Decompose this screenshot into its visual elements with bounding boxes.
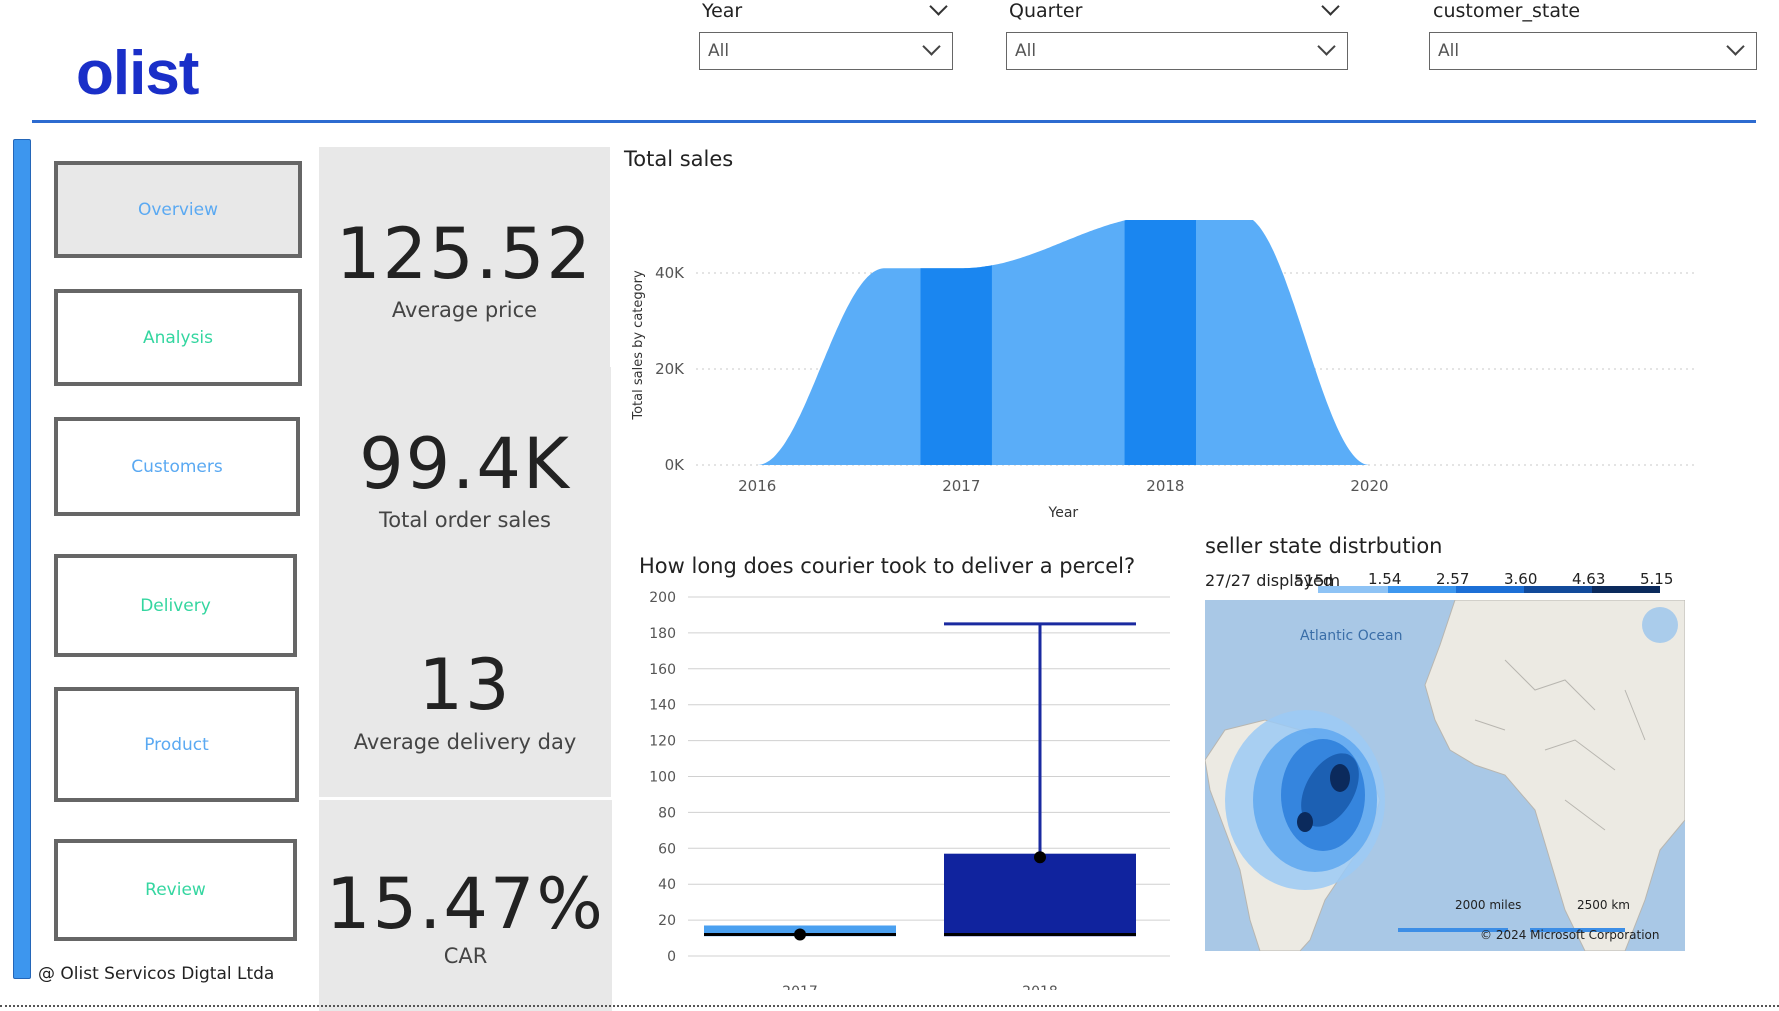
chevron-down-icon — [1317, 37, 1336, 56]
y-tick-label: 0 — [667, 949, 676, 965]
density-hotspot-1 — [1330, 764, 1350, 792]
y-tick-label: 120 — [649, 734, 676, 750]
kpi-car-label: CAR — [443, 944, 488, 968]
nav-product-button[interactable]: Product — [54, 687, 299, 802]
kpi-average-price-label: Average price — [391, 298, 538, 322]
scale-label-miles: 2000 miles — [1455, 898, 1522, 912]
nav-product-label: Product — [144, 734, 209, 755]
legend-value: 2.57 — [1436, 570, 1470, 588]
atlantic-ocean-label: Atlantic Ocean — [1300, 628, 1403, 644]
kpi-average-price-card: 125.52 Average price — [319, 147, 610, 367]
kpi-car-card: 15.47% CAR — [319, 800, 612, 1011]
footer-copyright: @ Olist Servicos Digtal Ltda — [38, 964, 275, 984]
nav-overview-button[interactable]: Overview — [54, 161, 302, 258]
year-dropdown[interactable]: All — [699, 32, 953, 70]
box-body — [944, 853, 1136, 937]
nav-overview-label: Overview — [137, 199, 219, 220]
total-sales-chart: 0K 20K 40K 2016 2017 2018 2020 Year Total sales … — [631, 220, 1696, 520]
y-tick-label: 100 — [649, 770, 676, 786]
chevron-down-icon — [1726, 37, 1745, 56]
sales-area — [757, 220, 1370, 465]
kpi-average-price-value: 125.52 — [336, 213, 593, 295]
density-dot-egypt — [1642, 607, 1678, 643]
y-tick-label: 60 — [658, 841, 676, 857]
y-tick-label: 80 — [658, 805, 676, 821]
total-sales-title: Total sales — [624, 147, 734, 171]
header-divider — [32, 120, 1756, 123]
y-tick-label: 40K — [655, 264, 685, 282]
x-tick-label: 2017 — [782, 984, 818, 990]
map-title: seller state distrbution — [1205, 534, 1443, 558]
kpi-total-sales-label: Total order sales — [379, 508, 551, 532]
legend-value: 4.63 — [1572, 570, 1606, 588]
nav-review-label: Review — [145, 880, 206, 900]
delivery-chart-title: How long does courier took to deliver a … — [639, 554, 1136, 578]
y-tick-label: 0K — [665, 456, 686, 474]
slicer-quarter-label: Quarter — [1009, 0, 1083, 22]
legend-value: 3.60 — [1504, 570, 1538, 588]
legend-value: 1.54 — [1368, 570, 1402, 588]
kpi-total-sales-card: 99.4K Total order sales 13 Average deliv… — [319, 367, 611, 797]
x-tick-label: 2017 — [942, 477, 980, 495]
seller-map[interactable]: Atlantic Ocean 2000 miles 2500 km © 2024… — [1205, 600, 1685, 951]
nav-customers-button[interactable]: Customers — [54, 417, 300, 516]
y-tick-label: 20K — [655, 360, 685, 378]
customer-state-dropdown-value: All — [1438, 41, 1460, 61]
x-tick-label: 2018 — [1146, 477, 1184, 495]
y-tick-label: 140 — [649, 698, 676, 714]
left-accent-bar — [13, 139, 31, 979]
sales-highlight-band — [1124, 220, 1196, 465]
chevron-down-icon — [922, 37, 941, 56]
chevron-down-icon[interactable] — [1321, 0, 1340, 16]
legend-value: 5.15 — [1640, 570, 1674, 588]
map-legend: 1.54 2.57 3.60 4.63 5.15 — [1318, 570, 1684, 596]
kpi-car-value: 15.47% — [326, 863, 605, 945]
box-mean-point — [794, 928, 806, 941]
density-hotspot-2 — [1297, 812, 1313, 832]
y-axis-title: Total sales by category — [631, 270, 646, 421]
olist-logo: olist — [76, 39, 199, 108]
chevron-down-icon[interactable] — [929, 0, 948, 16]
x-tick-label: 2016 — [738, 477, 776, 495]
y-tick-label: 200 — [649, 590, 676, 606]
year-dropdown-value: All — [708, 41, 730, 61]
bottom-dotted-border — [0, 1005, 1779, 1007]
nav-analysis-button[interactable]: Analysis — [54, 289, 302, 386]
x-axis-title: Year — [1048, 505, 1079, 520]
nav-delivery-label: Delivery — [140, 595, 211, 616]
map-copyright: © 2024 Microsoft Corporation — [1480, 928, 1660, 942]
scale-label-km: 2500 km — [1577, 898, 1630, 912]
y-tick-label: 40 — [658, 877, 676, 893]
y-tick-label: 160 — [649, 662, 676, 678]
customer-state-dropdown[interactable]: All — [1429, 32, 1757, 70]
kpi-total-sales-value: 99.4K — [359, 423, 571, 505]
x-tick-label: 2020 — [1350, 477, 1388, 495]
y-tick-label: 20 — [658, 913, 676, 929]
slicer-year-label: Year — [702, 0, 743, 22]
x-tick-label: 2018 — [1022, 984, 1058, 990]
nav-review-button[interactable]: Review — [54, 839, 297, 941]
kpi-avg-delivery-value: 13 — [418, 644, 512, 726]
y-tick-label: 180 — [649, 626, 676, 642]
quarter-dropdown[interactable]: All — [1006, 32, 1348, 70]
nav-delivery-button[interactable]: Delivery — [54, 554, 297, 657]
nav-customers-label: Customers — [131, 456, 223, 477]
slicer-customer-state-label: customer_state — [1433, 0, 1581, 22]
sales-highlight-band — [920, 265, 992, 465]
quarter-dropdown-value: All — [1015, 41, 1037, 61]
box-mean-point — [1034, 851, 1046, 864]
delivery-box-chart: 0 20 40 60 80 100 120 140 160 180 200 2017 2018 — [649, 590, 1170, 990]
kpi-avg-delivery-label: Average delivery day — [353, 730, 577, 754]
nav-analysis-label: Analysis — [142, 327, 214, 348]
